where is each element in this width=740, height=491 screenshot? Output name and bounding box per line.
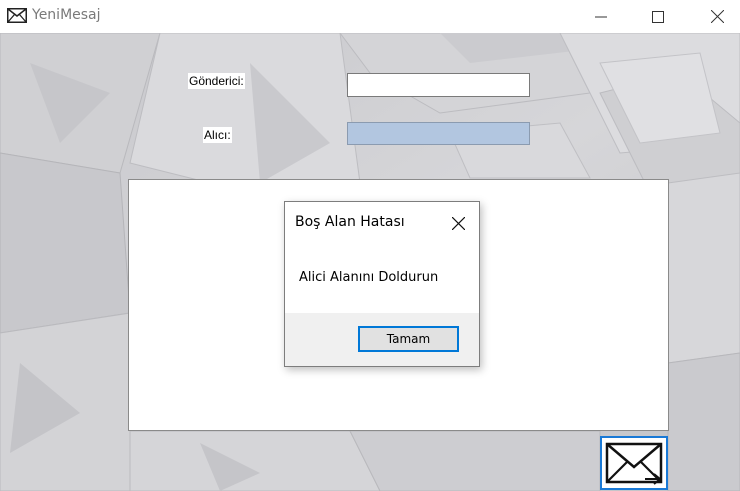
minimize-button[interactable] bbox=[578, 0, 624, 33]
sender-input[interactable] bbox=[347, 73, 530, 97]
title-bar: YeniMesaj bbox=[0, 0, 740, 33]
dialog-close-button[interactable] bbox=[445, 212, 471, 234]
error-dialog: Boş Alan Hatası Alici Alanını Doldurun T… bbox=[284, 201, 480, 367]
close-icon bbox=[451, 216, 465, 230]
maximize-button[interactable] bbox=[635, 0, 681, 33]
sender-label: Gönderici: bbox=[188, 73, 245, 89]
send-button[interactable] bbox=[600, 436, 668, 490]
form-client-area: Gönderici: Alıcı: Boş Alan Hatası Alici … bbox=[0, 33, 740, 491]
dialog-button-bar: Tamam bbox=[285, 313, 479, 366]
send-mail-icon bbox=[605, 442, 663, 485]
recipient-label: Alıcı: bbox=[203, 127, 232, 143]
dialog-title: Boş Alan Hatası bbox=[295, 214, 405, 230]
close-button[interactable] bbox=[694, 0, 740, 33]
dialog-message: Alici Alanını Doldurun bbox=[299, 270, 439, 285]
maximize-icon bbox=[652, 10, 664, 23]
ok-button[interactable]: Tamam bbox=[358, 326, 459, 352]
envelope-icon bbox=[7, 8, 27, 28]
minimize-icon bbox=[595, 16, 607, 17]
recipient-input[interactable] bbox=[347, 122, 530, 145]
window-title: YeniMesaj bbox=[32, 7, 101, 23]
close-icon bbox=[710, 10, 724, 23]
